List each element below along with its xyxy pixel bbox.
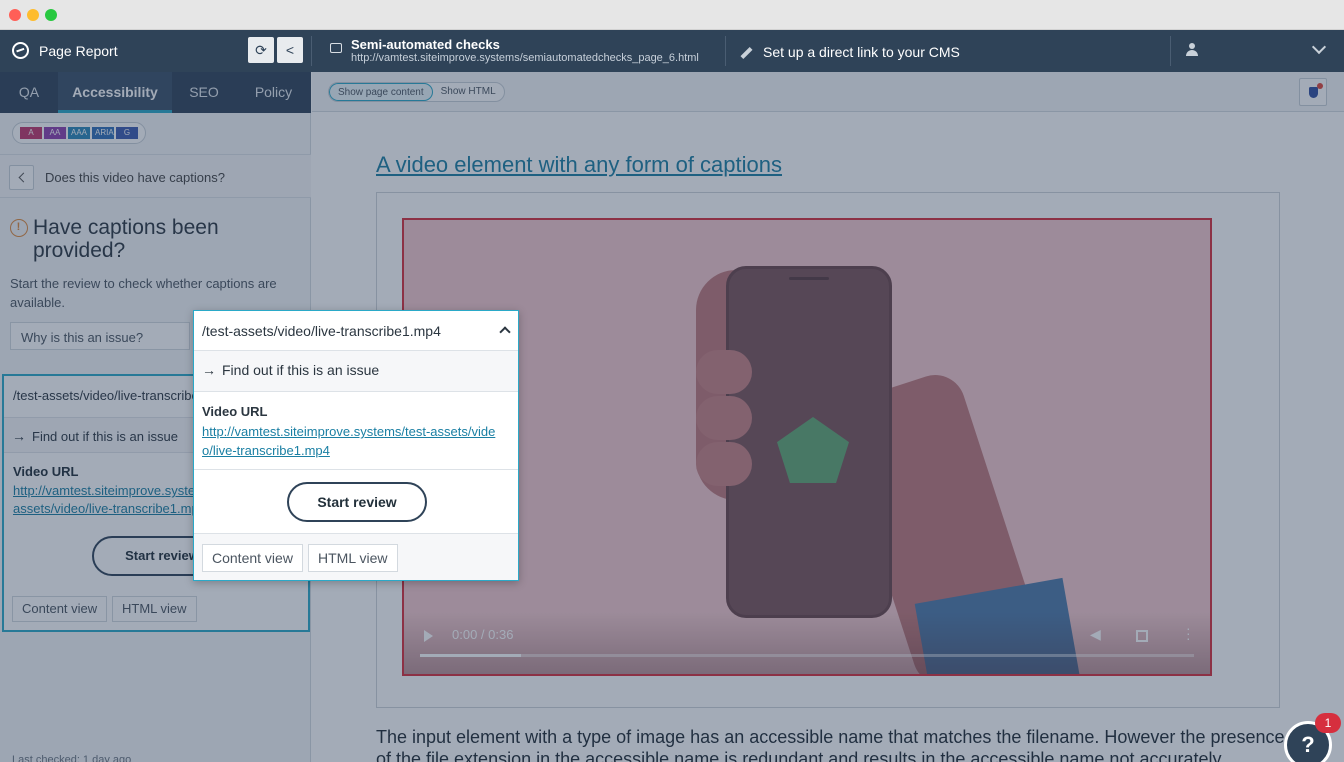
occurrence-path: /test-assets/video/live-transcribe1.mp4 bbox=[202, 323, 441, 339]
divider bbox=[311, 36, 312, 66]
help-notification-count: 1 bbox=[1315, 713, 1341, 733]
refresh-icon: ⟳ bbox=[255, 42, 267, 58]
divider bbox=[1170, 36, 1171, 66]
app-title: Page Report bbox=[39, 42, 118, 59]
top-bar: Page Report ⟳ < Semi-automated checks ht… bbox=[0, 30, 1344, 72]
checks-title: Semi-automated checks bbox=[351, 37, 500, 52]
maximize-window-button[interactable] bbox=[45, 9, 57, 21]
app-window: Page Report ⟳ < Semi-automated checks ht… bbox=[0, 0, 1344, 762]
brand: Page Report bbox=[12, 42, 118, 59]
find-out-label: Find out if this is an issue bbox=[222, 362, 380, 378]
occurrence-popup: /test-assets/video/live-transcribe1.mp4 … bbox=[193, 310, 519, 581]
comment-icon bbox=[330, 43, 342, 53]
occurrence-popup-header[interactable]: /test-assets/video/live-transcribe1.mp4 bbox=[194, 311, 518, 351]
divider bbox=[725, 36, 726, 66]
window-titlebar bbox=[0, 0, 1344, 30]
user-icon[interactable] bbox=[1186, 43, 1198, 57]
chevron-up-icon[interactable] bbox=[499, 326, 511, 338]
cms-link-label: Set up a direct link to your CMS bbox=[763, 44, 960, 60]
pencil-icon bbox=[740, 46, 753, 60]
find-out-link[interactable]: → Find out if this is an issue bbox=[194, 351, 518, 392]
video-url-label: Video URL bbox=[202, 404, 268, 419]
refresh-button[interactable]: ⟳ bbox=[248, 37, 274, 63]
siteimprove-logo-icon bbox=[12, 42, 29, 59]
html-view-button[interactable]: HTML view bbox=[308, 544, 398, 572]
occurrence-popup-footer: Content view HTML view bbox=[194, 534, 518, 580]
share-icon: < bbox=[285, 42, 295, 58]
share-button[interactable]: < bbox=[277, 37, 303, 63]
chevron-down-icon[interactable] bbox=[1311, 39, 1327, 55]
close-window-button[interactable] bbox=[9, 9, 21, 21]
start-review-button[interactable]: Start review bbox=[287, 482, 427, 522]
content-view-button[interactable]: Content view bbox=[202, 544, 303, 572]
checks-url: http://vamtest.siteimprove.systems/semia… bbox=[351, 52, 699, 64]
cms-link[interactable]: Set up a direct link to your CMS bbox=[740, 44, 960, 60]
video-url-link[interactable]: http://vamtest.siteimprove.systems/test-… bbox=[202, 422, 502, 460]
arrow-right-icon: → bbox=[202, 362, 216, 378]
minimize-window-button[interactable] bbox=[27, 9, 39, 21]
divider bbox=[194, 469, 518, 470]
